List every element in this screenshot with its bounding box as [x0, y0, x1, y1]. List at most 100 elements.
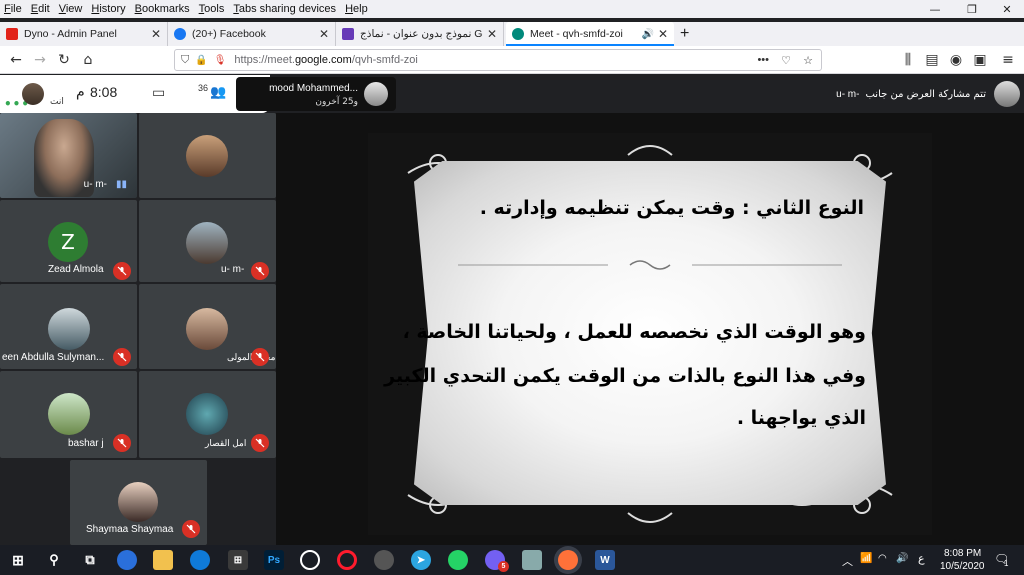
- back-icon[interactable]: ←: [6, 50, 26, 70]
- search-icon[interactable]: ⚲: [44, 550, 64, 570]
- menu-bookmarks[interactable]: Bookmarks: [135, 3, 190, 15]
- meet-area: ••• انت م 8:08 ▭ 36 👥 mood Mohammed... و…: [0, 75, 1024, 545]
- edge-icon[interactable]: [190, 550, 210, 570]
- paint-icon[interactable]: [522, 550, 542, 570]
- sidebar-icon[interactable]: ▤: [922, 50, 942, 70]
- participant-tile[interactable]: bashar j: [0, 371, 137, 458]
- microphone-icon[interactable]: 🎙: [214, 55, 227, 66]
- account-icon[interactable]: ◉: [946, 50, 966, 70]
- store-icon[interactable]: ⊞: [228, 550, 248, 570]
- viber-badge: 5: [498, 561, 509, 572]
- speaker-icon[interactable]: 🔊: [641, 29, 653, 40]
- task-view-icon[interactable]: ⧉: [80, 550, 100, 570]
- reload-icon[interactable]: ↻: [54, 50, 74, 70]
- show-hidden-icons-icon[interactable]: ︿: [842, 553, 853, 569]
- participant-tile[interactable]: u- m-: [139, 200, 276, 282]
- bookmark-star-icon[interactable]: ☆: [803, 54, 813, 67]
- firefox-icon[interactable]: [558, 550, 578, 570]
- menu-edit[interactable]: Edit: [31, 3, 50, 15]
- menu-file[interactable]: File: [4, 3, 22, 15]
- share-banner-text: تتم مشاركة العرض من جانب: [865, 88, 986, 100]
- windows-taskbar: ⊞ ⚲ ⧉ ⊞ Ps ➤ 5 W ︿ 📶 ◠ 🔊 ع 8:08 PM 10/5/…: [0, 545, 1024, 575]
- meeting-info-bar: ••• انت م 8:08 ▭ 36 👥: [0, 75, 270, 113]
- word-icon[interactable]: W: [595, 550, 615, 570]
- people-icon[interactable]: 👥: [210, 85, 226, 100]
- chat-icon[interactable]: ▭: [152, 85, 165, 101]
- menu-view[interactable]: View: [59, 3, 83, 15]
- ampm-label: م: [76, 84, 85, 100]
- mic-off-icon: [251, 348, 269, 366]
- viber-icon[interactable]: 5: [485, 550, 509, 572]
- participant-tile[interactable]: u- m- ▮▮: [0, 113, 137, 198]
- extension-icon[interactable]: ▣: [970, 50, 990, 70]
- home-icon[interactable]: ⌂: [78, 50, 98, 70]
- speaking-indicator-icon: ▮▮: [115, 179, 127, 190]
- clock-time[interactable]: 8:08 PM: [944, 548, 981, 559]
- tab-dyno[interactable]: Dyno - Admin Panel ✕: [0, 22, 168, 46]
- participant-avatar: [48, 393, 90, 435]
- share-banner: u- m- تتم مشاركة العرض من جانب: [800, 80, 1020, 108]
- participant-tile[interactable]: امل القصار: [139, 371, 276, 458]
- menu-help[interactable]: Help: [345, 3, 368, 15]
- participant-tile[interactable]: Shaymaa Shaymaa: [70, 460, 207, 545]
- restore-button[interactable]: ❐: [955, 0, 989, 18]
- close-tab-icon[interactable]: ✕: [487, 27, 497, 41]
- telegram-icon[interactable]: ➤: [411, 550, 431, 570]
- presenter-avatar: [364, 82, 388, 106]
- library-icon[interactable]: ⫼: [898, 50, 918, 70]
- file-explorer-icon[interactable]: [153, 550, 173, 570]
- menu-tools[interactable]: Tools: [199, 3, 225, 15]
- whatsapp-icon[interactable]: [448, 550, 468, 570]
- minimize-button[interactable]: —: [918, 0, 952, 18]
- self-tile[interactable]: [139, 113, 276, 198]
- participant-tile[interactable]: Z Zead Almola: [0, 200, 137, 282]
- mic-off-icon: [251, 262, 269, 280]
- google-forms-icon: [342, 28, 354, 40]
- circle-app-icon[interactable]: [300, 550, 320, 570]
- presenter-name: mood Mohammed...: [269, 83, 358, 94]
- menu-bar: File Edit View History Bookmarks Tools T…: [0, 0, 1024, 18]
- wifi-icon[interactable]: ◠: [878, 553, 887, 564]
- app-icon[interactable]: [117, 550, 137, 570]
- photoshop-icon[interactable]: Ps: [264, 550, 284, 570]
- chrome-icon[interactable]: [374, 550, 394, 570]
- language-indicator[interactable]: ع: [918, 552, 925, 565]
- tab-google-forms[interactable]: نموذج بدون عنوان - نماذج Google ✕: [336, 22, 504, 46]
- clock-date[interactable]: 10/5/2020: [940, 561, 985, 572]
- mic-off-icon: [113, 262, 131, 280]
- participant-avatar: [118, 482, 158, 522]
- close-tab-icon[interactable]: ✕: [151, 27, 161, 41]
- close-tab-icon[interactable]: ✕: [319, 27, 329, 41]
- presenter-info[interactable]: mood Mohammed... و25 آخرون: [236, 77, 396, 111]
- dyno-icon: [6, 28, 18, 40]
- opera-icon[interactable]: [337, 550, 357, 570]
- volume-icon[interactable]: 🔊: [896, 553, 908, 564]
- participant-tile[interactable]: محمد المولى: [139, 284, 276, 369]
- page-actions-icon[interactable]: •••: [757, 54, 769, 66]
- hamburger-menu-icon[interactable]: ≡: [998, 50, 1018, 70]
- presentation-slide: النوع الثاني : وقت يمكن تنظيمه وإدارته .…: [368, 133, 932, 535]
- new-tab-button[interactable]: +: [676, 22, 698, 46]
- pocket-icon[interactable]: ♡: [781, 54, 791, 67]
- forward-icon[interactable]: →: [30, 50, 50, 70]
- lock-icon[interactable]: 🔒: [195, 55, 207, 66]
- sharer-avatar: [994, 81, 1020, 107]
- close-tab-icon[interactable]: ✕: [658, 27, 668, 41]
- self-avatar: [22, 83, 44, 105]
- close-window-button[interactable]: ✕: [990, 0, 1024, 18]
- shield-icon[interactable]: ⛉: [181, 54, 189, 67]
- mic-off-icon: [113, 348, 131, 366]
- mic-off-icon: [113, 434, 131, 452]
- menu-history[interactable]: History: [91, 3, 125, 15]
- windows-start-icon[interactable]: ⊞: [8, 550, 28, 570]
- menu-tabs-sharing-devices[interactable]: Tabs sharing devices: [233, 3, 336, 15]
- url-bar[interactable]: ⛉ 🔒 🎙 https://meet. google.com/qvh-smfd-z…: [174, 49, 822, 71]
- self-tile-avatar: [186, 135, 228, 177]
- participant-avatar: [186, 393, 228, 435]
- network-icon[interactable]: 📶: [860, 553, 872, 564]
- tab-facebook[interactable]: (20+) Facebook ✕: [168, 22, 336, 46]
- participant-avatar: [186, 222, 228, 264]
- notifications-count: 1: [1004, 559, 1009, 568]
- participant-tile[interactable]: een Abdulla Sulyman...: [0, 284, 137, 369]
- tab-meet[interactable]: Meet - qvh-smfd-zoi 🔊 ✕: [506, 22, 674, 46]
